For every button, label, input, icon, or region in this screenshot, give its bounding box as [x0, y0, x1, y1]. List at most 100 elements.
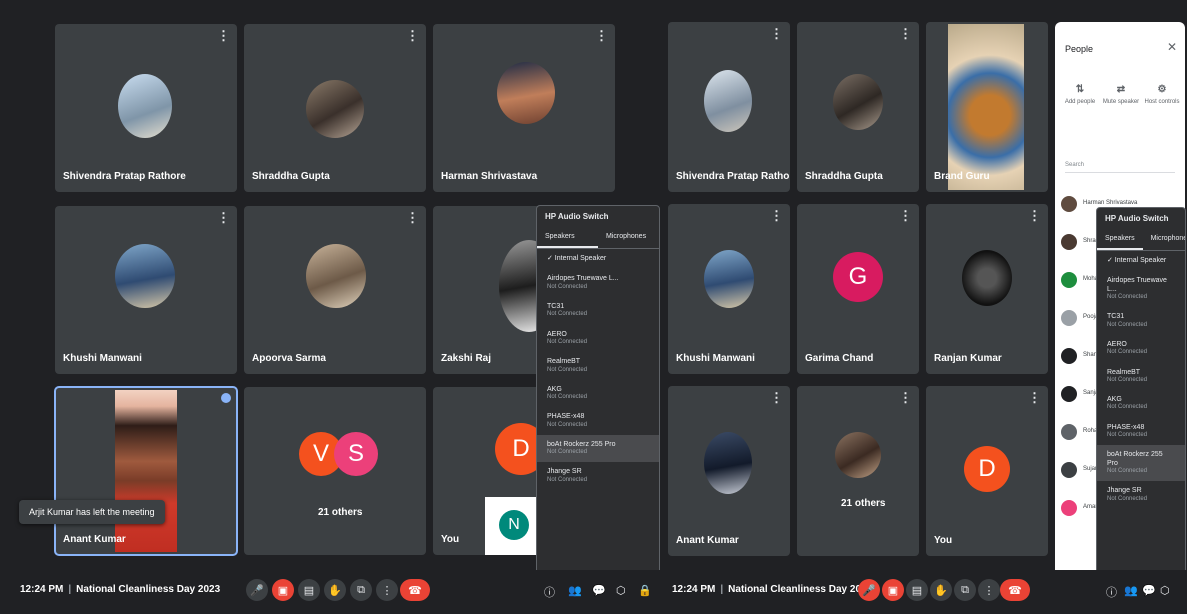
activities-icon[interactable]: ⬡	[616, 584, 626, 597]
meet-window-left: ⋮ Shivendra Pratap Rathore ⋮ Shraddha Gu…	[0, 0, 662, 614]
participant-name: Anant Kumar	[676, 535, 739, 546]
menu-item[interactable]: AKG Not Connected	[1097, 390, 1185, 418]
menu-item[interactable]: Jhange SR Not Connected	[1097, 481, 1185, 509]
menu-item[interactable]: PHASE-x48 Not Connected	[1097, 418, 1185, 446]
menu-item-status: Not Connected	[547, 449, 588, 456]
menu-item[interactable]: ✓ Internal Speaker	[1097, 251, 1185, 271]
avatar: N	[499, 510, 529, 540]
self-tile[interactable]: ⋮ D You	[926, 386, 1048, 556]
mute-speaker-action[interactable]: ⇄ Mute speaker	[1102, 84, 1140, 105]
activities-icon[interactable]: ⬡	[1160, 584, 1170, 597]
avatar	[1061, 500, 1077, 516]
more-options-icon[interactable]: ⋮	[770, 209, 783, 222]
people-search-input[interactable]: Search	[1065, 162, 1175, 173]
menu-item[interactable]: TC31 Not Connected	[537, 297, 659, 325]
tab-microphones[interactable]: Microphones	[598, 227, 659, 248]
menu-item[interactable]: Airdopes Truewave L... Not Connected	[537, 269, 659, 297]
more-options-icon[interactable]: ⋮	[899, 27, 912, 40]
host-controls-action[interactable]: ⚙ Host controls	[1143, 84, 1181, 105]
mic-button[interactable]: 🎤	[246, 579, 268, 601]
participant-tile[interactable]: ⋮ Harman Shrivastava	[433, 24, 615, 192]
participant-video	[948, 24, 1024, 190]
captions-button[interactable]: ▤	[906, 579, 928, 601]
settings-icon: ⚙	[1157, 84, 1167, 95]
add-people-action[interactable]: ⇅ Add people	[1061, 84, 1099, 105]
captions-button[interactable]: ▤	[298, 579, 320, 601]
participant-tile[interactable]: ⋮ Shraddha Gupta	[797, 22, 919, 192]
info-icon[interactable]: ⓘ	[544, 584, 555, 600]
participant-name: Khushi Manwani	[63, 353, 142, 364]
participant-tile[interactable]: ⋮ Shraddha Gupta	[244, 24, 426, 192]
participant-tile[interactable]: ⋮ G Garima Chand	[797, 204, 919, 374]
info-icon[interactable]: ⓘ	[1106, 584, 1117, 600]
present-button[interactable]: ⧉	[954, 579, 976, 601]
chat-icon[interactable]: 💬	[592, 584, 606, 597]
participant-photo	[962, 250, 1012, 306]
menu-item[interactable]: AERO Not Connected	[537, 325, 659, 353]
participant-tile[interactable]: ⋮ Ranjan Kumar	[926, 204, 1048, 374]
present-button[interactable]: ⧉	[350, 579, 372, 601]
more-options-icon[interactable]: ⋮	[770, 391, 783, 404]
participant-tile-pinned[interactable]: Anant Kumar	[54, 386, 238, 556]
participant-photo	[835, 432, 881, 478]
others-tile[interactable]: V S 21 others	[244, 387, 426, 555]
more-options-icon[interactable]: ⋮	[406, 211, 419, 224]
chat-icon[interactable]: 💬	[1142, 584, 1156, 597]
others-tile[interactable]: ⋮ 21 others	[797, 386, 919, 556]
leave-call-button[interactable]: ☎	[400, 579, 430, 601]
more-options-icon[interactable]: ⋮	[595, 29, 608, 42]
leave-call-button[interactable]: ☎	[1000, 579, 1030, 601]
camera-button[interactable]: ▣	[272, 579, 294, 601]
menu-item[interactable]: boAt Rockerz 255 Pro Not Connected	[1097, 445, 1185, 482]
menu-item-status: Not Connected	[547, 311, 588, 318]
meeting-controls-bar: 12:24 PM | National Cleanliness Day 2023 🎤…	[662, 570, 1187, 614]
participant-tile[interactable]: ⋮ Shivendra Pratap Rathore	[55, 24, 237, 192]
participant-video	[115, 390, 177, 552]
lock-icon[interactable]: 🔒	[638, 584, 652, 597]
participant-tile[interactable]: ⋮ Apoorva Sarma	[244, 206, 426, 374]
more-options-icon[interactable]: ⋮	[770, 27, 783, 40]
participant-photo	[306, 244, 366, 308]
menu-item[interactable]: Airdopes Truewave L... Not Connected	[1097, 271, 1185, 307]
menu-item[interactable]: AKG Not Connected	[537, 380, 659, 408]
raise-hand-button[interactable]: ✋	[324, 579, 346, 601]
participant-tile[interactable]: ⋮ Shivendra Pratap Rathore	[668, 22, 790, 192]
more-options-button[interactable]: ⋮	[978, 579, 1000, 601]
tab-microphones[interactable]: Microphones	[1143, 229, 1185, 250]
menu-item-status: Not Connected	[1107, 432, 1148, 439]
menu-tabs: Speakers Microphones	[537, 227, 659, 249]
menu-item[interactable]: RealmeBT Not Connected	[537, 352, 659, 380]
menu-item[interactable]: RealmeBT Not Connected	[1097, 363, 1185, 391]
raise-hand-button[interactable]: ✋	[930, 579, 952, 601]
more-options-icon[interactable]: ⋮	[1028, 391, 1041, 404]
participant-tile[interactable]: Brand Guru	[926, 22, 1048, 192]
menu-item[interactable]: PHASE-x48 Not Connected	[537, 407, 659, 435]
participant-name: Brand Guru	[934, 171, 990, 182]
participant-tile[interactable]: ⋮ Anant Kumar	[668, 386, 790, 556]
people-icon[interactable]: 👥	[1124, 584, 1138, 597]
participant-photo	[115, 244, 175, 308]
close-icon[interactable]: ✕	[1167, 40, 1177, 54]
tab-speakers[interactable]: Speakers	[1097, 229, 1143, 250]
participant-tile[interactable]: ⋮ Khushi Manwani	[668, 204, 790, 374]
menu-item[interactable]: TC31 Not Connected	[1097, 307, 1185, 335]
menu-item[interactable]: boAt Rockerz 255 Pro Not Connected	[537, 434, 659, 463]
menu-item[interactable]: ✓ Internal Speaker	[537, 249, 659, 269]
more-options-button[interactable]: ⋮	[376, 579, 398, 601]
menu-item[interactable]: AERO Not Connected	[1097, 335, 1185, 363]
tab-speakers[interactable]: Speakers	[537, 227, 598, 248]
menu-item-status: Not Connected	[547, 366, 588, 373]
more-options-icon[interactable]: ⋮	[217, 29, 230, 42]
menu-item-status: Not Connected	[1107, 376, 1148, 383]
more-options-icon[interactable]: ⋮	[899, 391, 912, 404]
mic-button[interactable]: 🎤	[858, 579, 880, 601]
more-options-icon[interactable]: ⋮	[1028, 209, 1041, 222]
more-options-icon[interactable]: ⋮	[406, 29, 419, 42]
more-options-icon[interactable]: ⋮	[217, 211, 230, 224]
avatar	[1061, 196, 1077, 212]
participant-tile[interactable]: ⋮ Khushi Manwani	[55, 206, 237, 374]
people-icon[interactable]: 👥	[568, 584, 582, 597]
more-options-icon[interactable]: ⋮	[899, 209, 912, 222]
camera-button[interactable]: ▣	[882, 579, 904, 601]
menu-item[interactable]: Jhange SR Not Connected	[537, 462, 659, 490]
